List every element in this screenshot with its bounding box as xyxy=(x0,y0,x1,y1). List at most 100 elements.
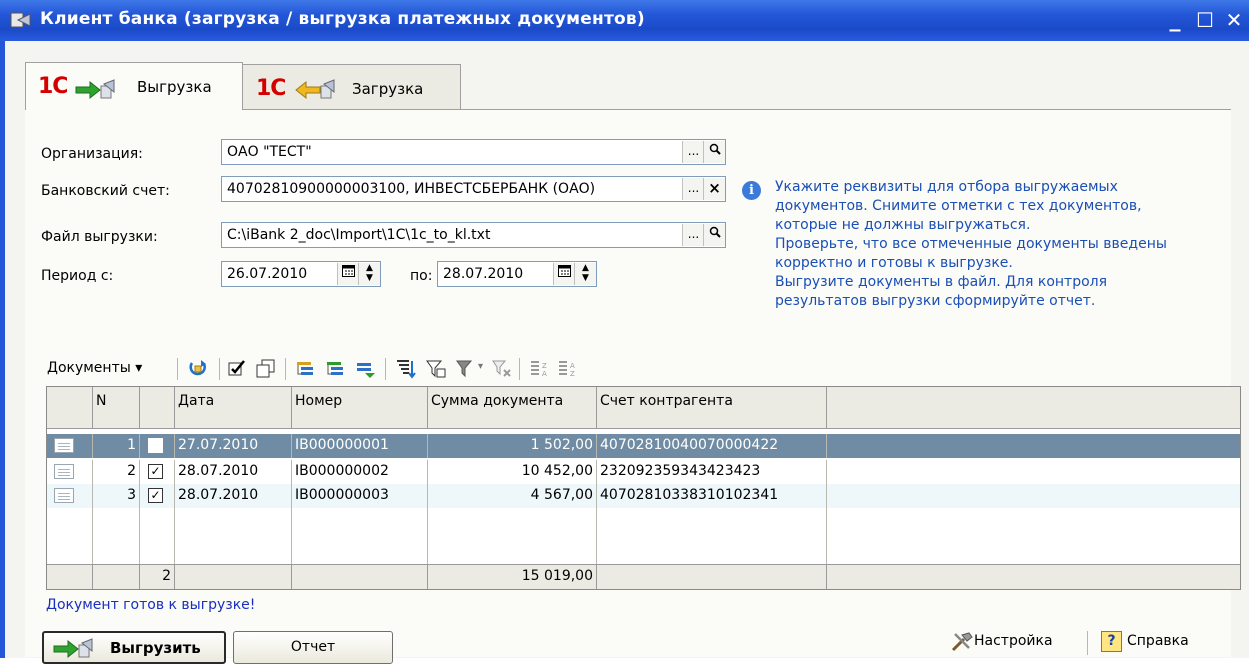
tree-level-icon[interactable] xyxy=(355,359,377,379)
row-n: 3 xyxy=(93,484,140,508)
import-arrow-icon xyxy=(295,79,335,100)
row-icon-cell xyxy=(47,434,93,458)
empty-rows xyxy=(47,508,1240,564)
org-value: ОАО "ТЕСТ" xyxy=(227,144,312,160)
period-from-field[interactable]: 26.07.2010 ▲ ▼ xyxy=(221,261,381,287)
close-button[interactable]: ✕ xyxy=(1222,8,1246,32)
row-account: 40702810040070000422 xyxy=(597,434,827,458)
select-button[interactable]: ... xyxy=(682,141,704,163)
window: Клиент банка (загрузка / выгрузка платеж… xyxy=(0,0,1249,664)
svg-text:Z: Z xyxy=(542,362,547,370)
tab-export[interactable]: 1С Выгрузка xyxy=(25,62,243,110)
open-button[interactable] xyxy=(703,224,725,246)
row-empty xyxy=(827,460,1240,484)
maximize-button[interactable]: ☐ xyxy=(1193,8,1217,32)
svg-text:Z: Z xyxy=(570,370,575,378)
row-checkbox[interactable] xyxy=(148,438,163,453)
header-number[interactable]: Номер xyxy=(292,387,428,429)
row-sum: 10 452,00 xyxy=(428,460,597,484)
check-all-icon[interactable] xyxy=(227,359,249,379)
info-text: Укажите реквизиты для отбора выгружаемых… xyxy=(775,178,1215,311)
filter-history-icon[interactable] xyxy=(455,359,477,379)
sort-asc-icon[interactable]: ZA xyxy=(529,359,551,379)
toolbar-separator xyxy=(285,358,286,380)
documents-menu[interactable]: Документы ▾ xyxy=(47,360,142,376)
toolbar-separator xyxy=(177,358,178,380)
tools-icon xyxy=(951,632,973,652)
open-button[interactable] xyxy=(703,141,725,163)
row-date: 28.07.2010 xyxy=(175,460,292,484)
dropdown-arrow-icon[interactable]: ▾ xyxy=(478,361,483,372)
sort-desc-icon[interactable]: AZ xyxy=(557,359,579,379)
export-button-label: Выгрузить xyxy=(110,639,201,657)
header-account[interactable]: Счет контрагента xyxy=(597,387,827,429)
report-button[interactable]: Отчет xyxy=(233,631,393,664)
account-field[interactable]: 40702810900000003100, ИНВЕСТСБЕРБАНК (ОА… xyxy=(221,176,726,202)
empty-cell xyxy=(140,508,175,564)
org-field[interactable]: ОАО "ТЕСТ" ... xyxy=(221,139,726,165)
refresh-icon[interactable] xyxy=(187,359,209,379)
tab-export-label: Выгрузка xyxy=(137,78,212,96)
select-button[interactable]: ... xyxy=(682,224,704,246)
info-line: документов. Снимите отметки с тех докуме… xyxy=(775,198,1142,214)
export-arrow-icon xyxy=(53,638,93,659)
account-label: Банковский счет: xyxy=(41,183,170,199)
calendar-button[interactable] xyxy=(553,263,575,285)
row-account: 232092359343423423 xyxy=(597,460,827,484)
tree-expand-icon[interactable] xyxy=(295,359,317,379)
row-number: IB000000001 xyxy=(292,434,428,458)
row-icon-cell xyxy=(47,484,93,508)
filter-list-icon[interactable] xyxy=(395,359,417,379)
period-to-value: 28.07.2010 xyxy=(443,266,524,282)
header-date[interactable]: Дата xyxy=(175,387,292,429)
row-number: IB000000002 xyxy=(292,460,428,484)
row-icon-cell xyxy=(47,460,93,484)
footer-total: 15 019,00 xyxy=(428,565,597,589)
file-field[interactable]: C:\iBank 2_doc\Import\1C\1c_to_kl.txt ..… xyxy=(221,222,726,248)
document-icon xyxy=(54,464,74,479)
tab-import[interactable]: 1С Загрузка xyxy=(241,64,461,111)
uncheck-all-icon[interactable] xyxy=(255,359,277,379)
row-checkbox[interactable]: ✓ xyxy=(148,488,163,503)
toolbar-separator xyxy=(519,358,520,380)
row-sum: 1 502,00 xyxy=(428,434,597,458)
table-row[interactable]: 1 27.07.2010 IB000000001 1 502,00 407028… xyxy=(47,434,1240,458)
1c-logo-icon: 1С xyxy=(38,74,68,99)
file-label: Файл выгрузки: xyxy=(41,229,158,245)
select-button[interactable]: ... xyxy=(682,178,704,200)
period-spinner[interactable]: ▲ ▼ xyxy=(574,263,596,285)
row-date: 28.07.2010 xyxy=(175,484,292,508)
footer-cell xyxy=(827,565,1240,589)
empty-cell xyxy=(175,508,292,564)
empty-cell xyxy=(93,508,140,564)
footer-count: 2 xyxy=(140,565,175,589)
period-to-field[interactable]: 28.07.2010 ▲ ▼ xyxy=(437,261,597,287)
table-row[interactable]: 2 ✓ 28.07.2010 IB000000002 10 452,00 232… xyxy=(47,460,1240,484)
clear-filter-icon[interactable] xyxy=(491,359,513,379)
minimize-button[interactable]: _ xyxy=(1163,8,1187,32)
svg-text:A: A xyxy=(542,370,547,378)
info-icon: i xyxy=(742,181,761,200)
tab-import-label: Загрузка xyxy=(352,80,424,98)
window-content: 1С Выгрузка 1С Загрузка Организация: ОАО… xyxy=(5,41,1249,664)
filter-icon[interactable] xyxy=(425,359,447,379)
row-checkbox[interactable]: ✓ xyxy=(148,464,163,479)
period-label: Период с: xyxy=(41,268,114,284)
header-sum[interactable]: Сумма документа xyxy=(428,387,597,429)
status-message: Документ готов к выгрузке! xyxy=(46,597,256,613)
export-button[interactable]: Выгрузить xyxy=(42,631,226,664)
tree-collapse-icon[interactable] xyxy=(325,359,347,379)
account-value: 40702810900000003100, ИНВЕСТСБЕРБАНК (ОА… xyxy=(227,181,596,197)
app-icon xyxy=(10,12,31,28)
row-empty xyxy=(827,484,1240,508)
clear-button[interactable]: × xyxy=(703,178,725,200)
period-spinner[interactable]: ▲ ▼ xyxy=(358,263,380,285)
table-row[interactable]: 3 ✓ 28.07.2010 IB000000003 4 567,00 4070… xyxy=(47,484,1240,508)
document-icon xyxy=(54,488,74,503)
header-n[interactable]: N xyxy=(93,387,140,429)
row-date: 27.07.2010 xyxy=(175,434,292,458)
header-check[interactable] xyxy=(140,387,175,429)
calendar-button[interactable] xyxy=(337,263,359,285)
row-n: 1 xyxy=(93,434,140,458)
file-value: C:\iBank 2_doc\Import\1C\1c_to_kl.txt xyxy=(227,227,491,243)
